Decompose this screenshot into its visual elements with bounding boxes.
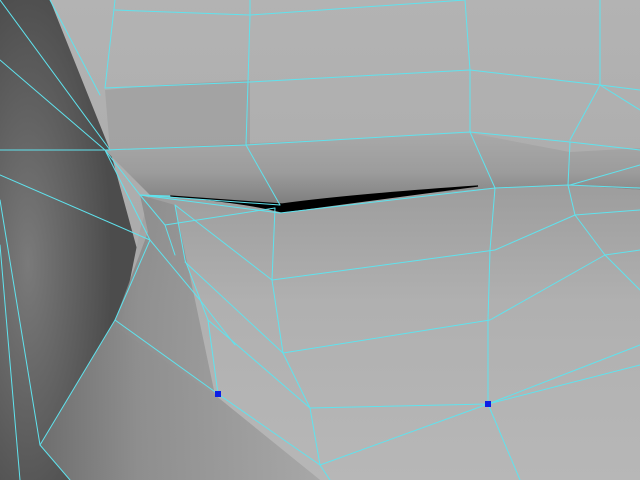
nasal-shadow: [105, 80, 250, 150]
selected-vertex[interactable]: [485, 401, 491, 407]
selected-vertex[interactable]: [215, 391, 221, 397]
viewport-canvas[interactable]: [0, 0, 640, 480]
3d-viewport[interactable]: [0, 0, 640, 480]
